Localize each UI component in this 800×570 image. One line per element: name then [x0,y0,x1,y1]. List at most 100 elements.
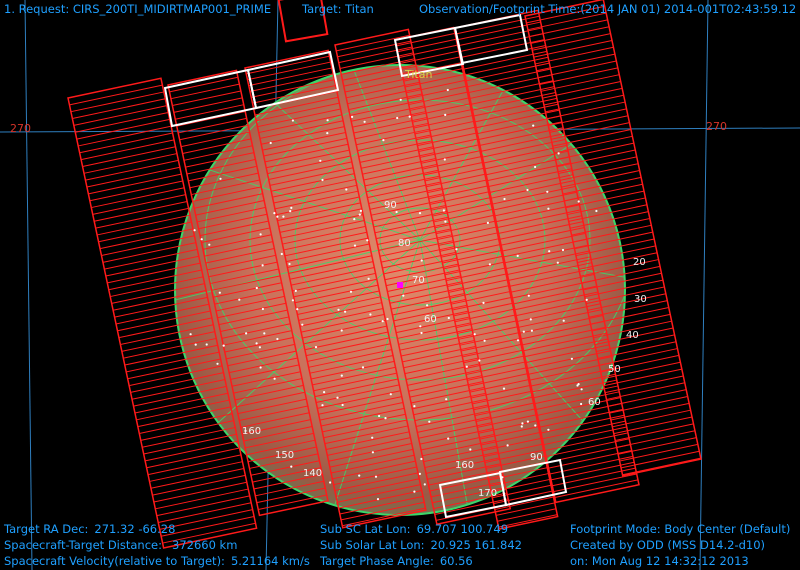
footprint-center-dot [200,238,203,241]
grid-label: 160 [455,460,474,471]
sub-solar-readout: Sub Solar Lat Lon: 20.925 161.842 [320,538,522,552]
target-name: Target: Titan [302,2,374,16]
created-on: on: Mon Aug 12 14:32:12 2013 [570,554,749,568]
ra-dec-readout: Target RA Dec: 271.32 -66.28 [4,522,175,536]
footprint-center-dot [442,209,445,212]
footprint-center-dot [532,124,535,127]
footprint-slice [173,97,243,113]
footprint-slice [338,46,413,64]
footprint-slice [397,38,457,53]
footprint-center-dot [319,159,322,162]
footprint-center-dot [527,294,530,297]
footprint-center-dot [340,329,343,332]
footprint-center-dot [478,359,481,362]
footprint-center-dot [353,244,357,247]
phase-angle-label: Target Phase Angle: [320,554,434,568]
footprint-center-dot [561,248,565,252]
footprint-center-dot [351,115,354,118]
footprint-center-dot [273,212,276,215]
footprint-center-dot [359,209,362,212]
footprint-center-dot [349,290,353,293]
footprint-center-dot [219,177,222,180]
footprint-center-dot [205,343,208,346]
grid-label: 80 [398,238,411,249]
footprint-center-dot [455,248,458,251]
footprint-center-dot [418,472,421,475]
footprint-center-dot [465,365,468,368]
footprint-center-dot [294,289,297,292]
footprint-center-dot [580,402,583,406]
footprint-center-dot [255,342,258,345]
footprint-center-dot [259,233,262,236]
footprint-center-dot [282,215,285,218]
footprint-center-dot [189,333,192,336]
observation-time: Observation/Footprint Time:(2014 JAN 01)… [419,2,797,16]
footprint-center-dot [444,220,447,223]
footprint-slice [494,496,554,510]
footprint-center-dot [363,120,366,123]
footprint-center-dot [216,362,219,365]
footprint-center-dot [547,428,550,431]
footprint-center-dot [420,331,423,335]
footprint-center-dot [420,259,423,262]
footprint-center-dot [208,243,211,246]
footprint-center-dot [482,301,485,304]
footprint-center-dot [337,308,340,311]
grid-label: 30 [634,294,647,305]
footprint-center-dot [376,498,380,501]
footprint-center-dot [488,263,491,266]
footprint-center-dot [501,476,504,479]
sub-sc-value: 69.707 100.749 [416,522,509,536]
footprint-center-dot [290,206,293,209]
footprint-slice [170,83,240,100]
footprint-center-dot [273,377,276,380]
footprint-center-dot [443,158,446,161]
footprint-center-dot [344,310,347,313]
footprint-center-dot [486,221,489,224]
footprint-center-dot [534,424,537,427]
footprint-center-dot [358,213,361,216]
footprint-center-dot [418,212,422,215]
footprint-center-dot [361,366,365,369]
velocity-label: Spacecraft Velocity(relative to Target): [4,554,225,568]
distance-readout: Spacecraft-Target Distance: 372660 km [4,538,237,552]
footprint-center-dot [238,298,241,301]
grid-label: 90 [530,452,543,463]
footprint-center-dot [371,436,374,439]
footprint-center-dot [301,323,304,326]
footprint-center-dot [345,188,348,191]
grid-label: 140 [303,468,322,479]
footprint-center-dot [245,332,248,335]
grid-label: 50 [608,364,621,375]
footprint-center-dot [258,346,261,349]
footprint-center-dot [402,294,405,297]
footprint-center-dot [426,304,429,307]
footprint-slice [176,111,246,127]
footprint-map-viewport[interactable]: Titan 270 270 90 80 70 60 20 30 40 50 60… [0,0,800,570]
footprint-center-dot [389,393,392,396]
footprint-center-dot [291,119,294,122]
grid-label: 40 [626,330,639,341]
footprint-center-dot [358,474,361,477]
footprint-center-dot [585,298,588,301]
footprint-center-dot [506,444,509,447]
footprint-slice [398,44,458,59]
grid-label: 70 [412,275,425,286]
footprint-center-dot [296,308,299,311]
footprint-center-dot [526,420,530,423]
footprint-center-dot [263,332,266,335]
footprint-center-dot [261,264,264,267]
footprint-center-dot [547,207,550,210]
footprint-center-dot [473,333,476,336]
footprint-slice [337,40,411,58]
sub-sc-label: Sub SC Lat Lon: [320,522,411,536]
footprint-center-dot [218,291,221,294]
footprint-center-dot [556,261,559,264]
footprint-center-dot [341,403,344,407]
footprint-center-dot [289,210,292,213]
footprint-center-dot [269,141,272,145]
footprint-center-dot [194,343,197,346]
footprint-center-dot [546,190,549,193]
longitude-label: 270 [706,120,727,133]
footprint-center-dot [396,116,399,120]
